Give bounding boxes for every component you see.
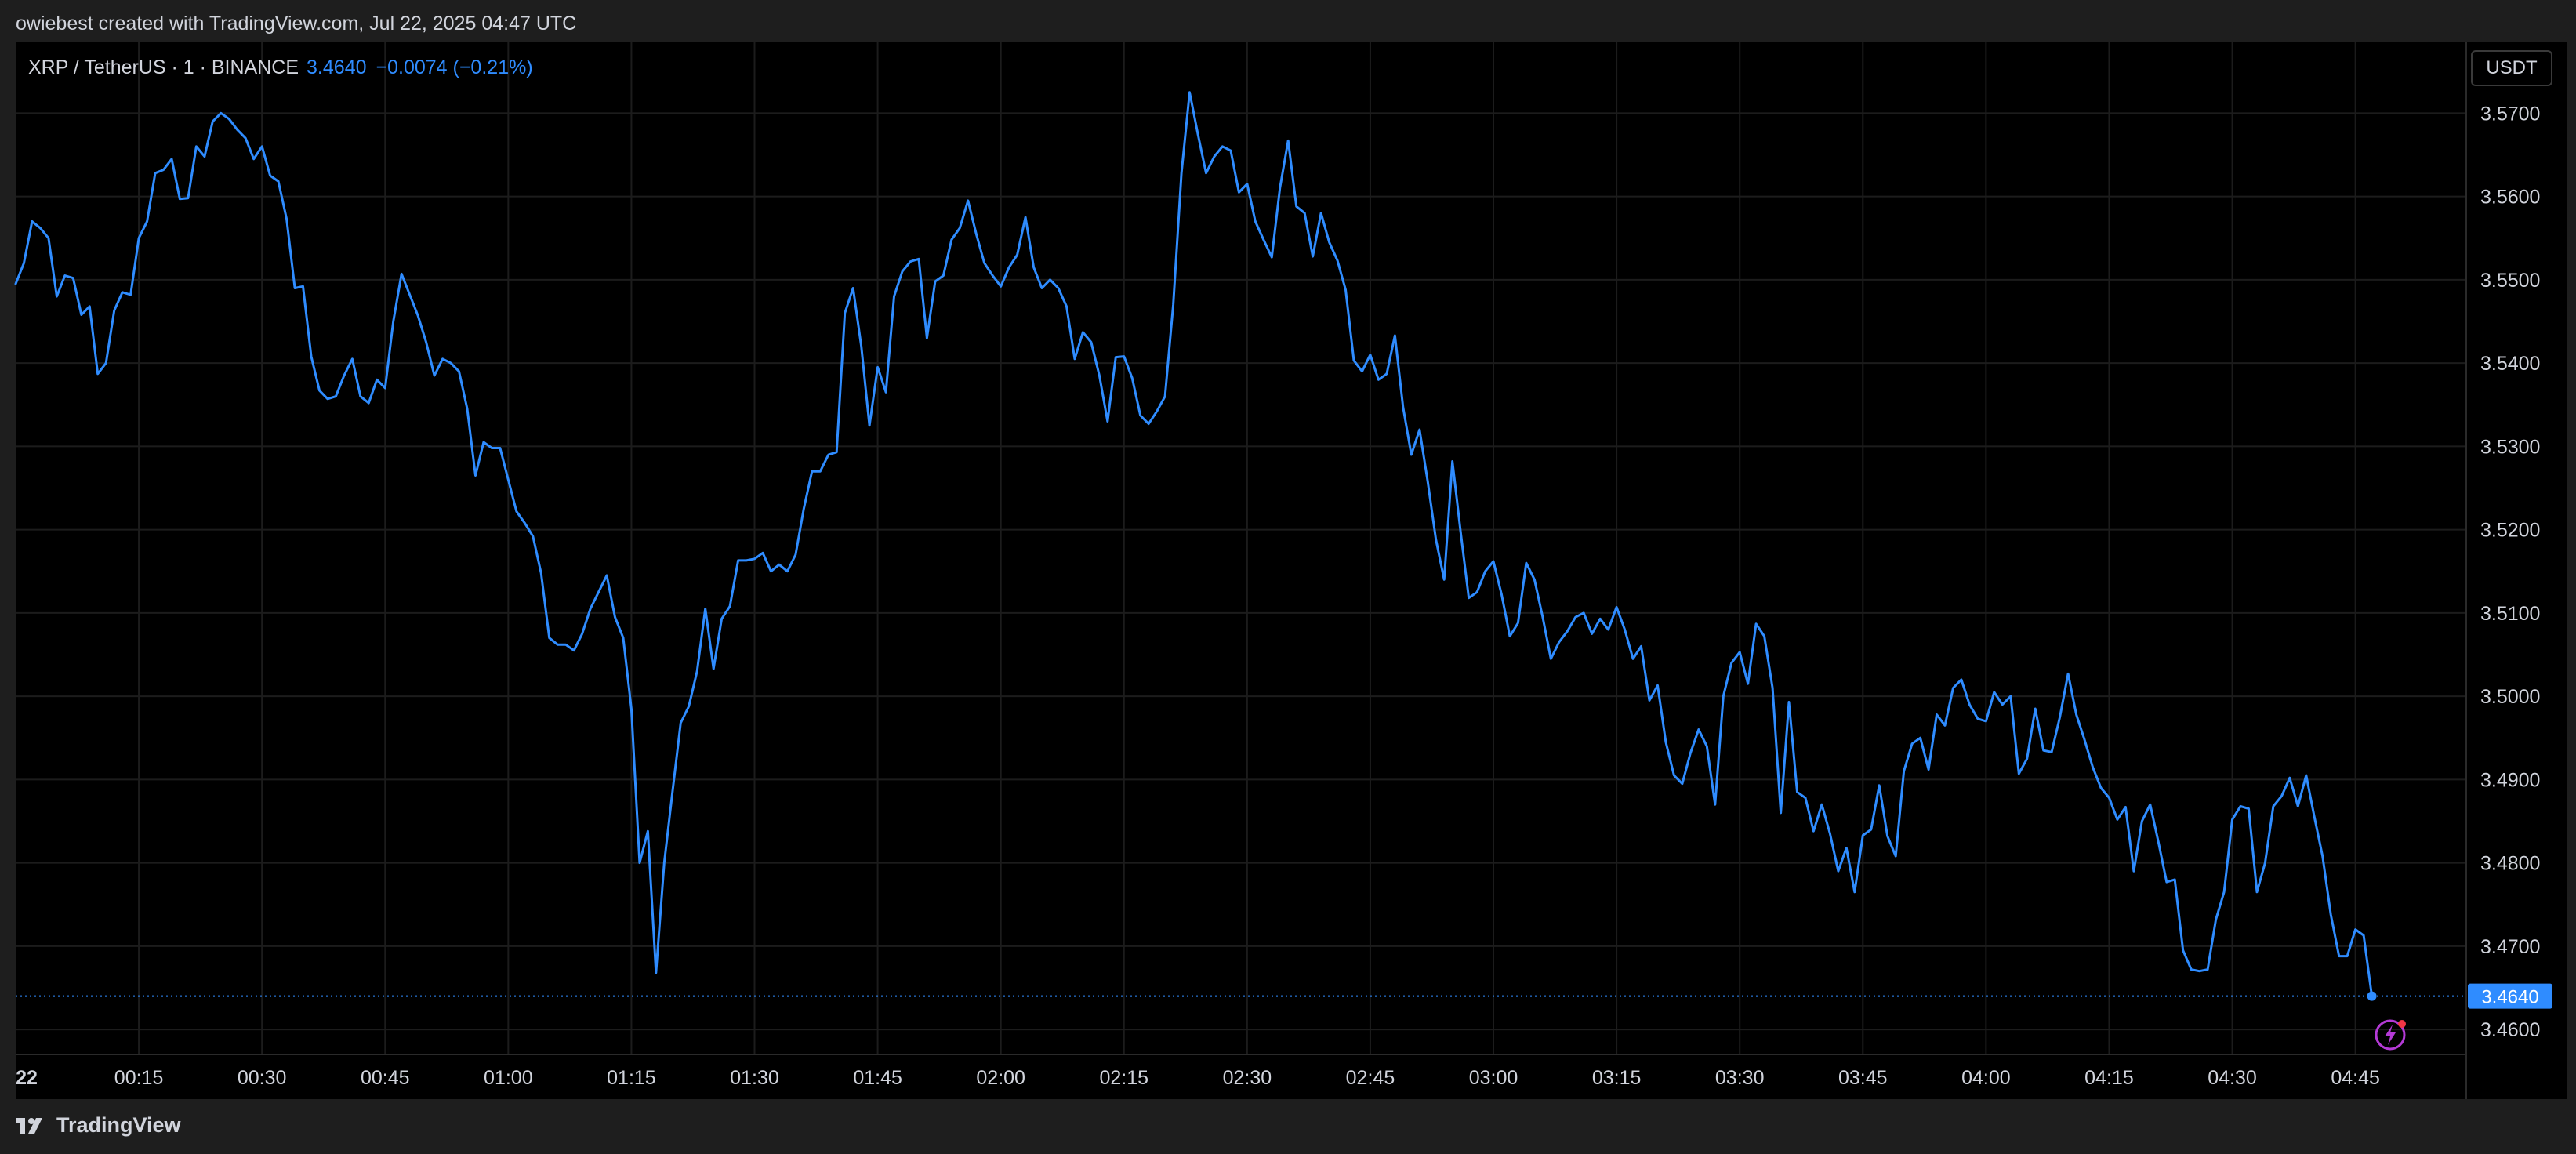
- time-axis-label: 02:45: [1346, 1067, 1395, 1089]
- time-axis-label: 04:45: [2331, 1067, 2380, 1089]
- price-axis-label: 3.4600: [2480, 1019, 2540, 1041]
- time-axis-label: 03:00: [1469, 1067, 1518, 1089]
- lightning-alert-icon[interactable]: [2375, 1019, 2406, 1051]
- tradingview-brand-text: TradingView: [56, 1113, 181, 1137]
- time-axis-label: 03:30: [1715, 1067, 1765, 1089]
- price-chart[interactable]: 3.5700 3.5600 3.5500 3.5400 3.5300 3.5200 3.51…: [0, 0, 2576, 1154]
- symbol-name: XRP / TetherUS · 1 · BINANCE: [28, 56, 299, 78]
- vertical-gridlines: [138, 42, 2356, 1054]
- symbol-legend[interactable]: XRP / TetherUS · 1 · BINANCE 3.4640 −0.007…: [28, 55, 533, 80]
- price-axis-label: 3.4900: [2480, 769, 2540, 791]
- tradingview-logo-icon: [16, 1117, 42, 1134]
- price-axis-labels: 3.5700 3.5600 3.5500 3.5400 3.5300 3.5200 3.51…: [2480, 103, 2540, 1041]
- time-axis-label: 02:30: [1223, 1067, 1272, 1089]
- time-axis-label: 00:30: [238, 1067, 287, 1089]
- price-axis-label: 3.5000: [2480, 686, 2540, 708]
- price-axis-label: 3.5100: [2480, 603, 2540, 625]
- time-axis-label: 22: [16, 1067, 38, 1089]
- time-axis-label: 01:00: [484, 1067, 533, 1089]
- time-axis-label: 03:45: [1838, 1067, 1888, 1089]
- price-axis-label: 3.4700: [2480, 936, 2540, 958]
- time-axis-label: 00:45: [361, 1067, 410, 1089]
- time-axis-label: 01:45: [853, 1067, 902, 1089]
- time-axis-label: 01:30: [730, 1067, 779, 1089]
- last-price-tag-label: 3.4640: [2481, 987, 2538, 1008]
- price-axis-label: 3.5200: [2480, 520, 2540, 542]
- time-axis-label: 03:15: [1592, 1067, 1642, 1089]
- price-axis-label: 3.5600: [2480, 187, 2540, 209]
- last-price-tag: 3.4640: [2468, 983, 2552, 1009]
- tradingview-snapshot: owiebest created with TradingView.com, J…: [0, 0, 2576, 1154]
- time-axis-label: 00:15: [114, 1067, 164, 1089]
- price-change-value: −0.0074 (−0.21%): [376, 56, 533, 78]
- time-axis-label: 02:00: [976, 1067, 1025, 1089]
- price-series-line: [14, 91, 2374, 998]
- horizontal-gridlines: [16, 112, 2466, 1031]
- time-axis-label: 04:30: [2208, 1067, 2257, 1089]
- price-axis-label: 3.4800: [2480, 853, 2540, 875]
- price-axis-label: 3.5700: [2480, 103, 2540, 125]
- time-axis-label: 01:15: [607, 1067, 656, 1089]
- price-axis-label: 3.5400: [2480, 353, 2540, 375]
- currency-button[interactable]: USDT: [2471, 50, 2552, 86]
- last-price-dot: [2367, 991, 2377, 1001]
- tradingview-brand[interactable]: TradingView: [16, 1113, 181, 1138]
- time-axis-labels: 22 00:15 00:30 00:45 01:00 01:15 01:30 01:45 02:…: [16, 1067, 2380, 1089]
- time-axis-label: 04:15: [2084, 1067, 2134, 1089]
- time-axis-label: 02:15: [1099, 1067, 1148, 1089]
- price-axis-label: 3.5300: [2480, 436, 2540, 458]
- time-axis-label: 04:00: [1961, 1067, 2011, 1089]
- last-price-value: 3.4640: [307, 56, 367, 78]
- price-axis-label: 3.5500: [2480, 270, 2540, 292]
